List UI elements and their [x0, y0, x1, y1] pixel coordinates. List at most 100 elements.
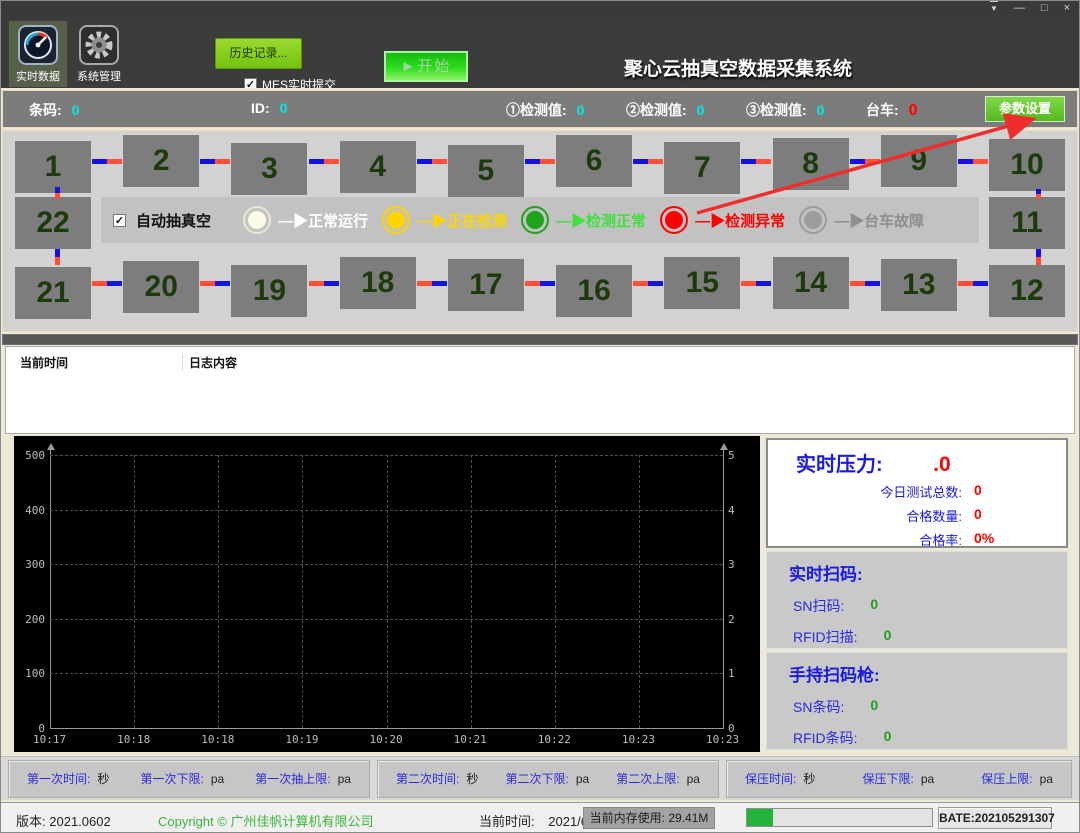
- station-box-18[interactable]: 18: [340, 257, 416, 309]
- log-table: 当前时间 日志内容: [5, 346, 1075, 434]
- station-box-7[interactable]: 7: [664, 142, 740, 194]
- param-unit: pa: [921, 772, 934, 786]
- station-box-4[interactable]: 4: [340, 141, 416, 193]
- log-splitter[interactable]: [2, 334, 1078, 345]
- scan-title: 实时扫码:: [767, 552, 1067, 585]
- station-box-19[interactable]: 19: [231, 265, 307, 317]
- info-field-label: 台车:: [866, 102, 899, 118]
- track-connector-vertical: [1036, 189, 1041, 199]
- param-group-2: 第二次时间:秒 第二次下限:pa 第二次上限:pa: [377, 760, 719, 798]
- close-icon[interactable]: ×: [1064, 1, 1070, 16]
- param-unit: pa: [211, 772, 224, 786]
- info-field: ②检测值:0: [626, 100, 704, 120]
- y-axis-right: [723, 450, 724, 729]
- param-field: 第二次时间:秒: [396, 770, 478, 788]
- connector-segment: [309, 159, 324, 164]
- window-controls: ▼ — □ ×: [990, 1, 1070, 16]
- station-box-2[interactable]: 2: [123, 135, 199, 187]
- param-label: 保压下限:: [862, 772, 913, 786]
- auto-vacuum-checkbox[interactable]: ✓: [113, 214, 126, 227]
- param-unit: pa: [338, 772, 351, 786]
- station-box-17[interactable]: 17: [448, 259, 524, 311]
- param-unit: 秒: [803, 772, 815, 786]
- copyright-text: Copyright © 广州佳帆计算机有限公司: [158, 811, 373, 830]
- stat-label: 今日测试总数:: [880, 482, 962, 501]
- connector-segment: [756, 159, 771, 164]
- station-box-9[interactable]: 9: [881, 135, 957, 187]
- info-field: ①检测值:0: [506, 100, 584, 120]
- minimize-icon[interactable]: —: [1014, 1, 1025, 16]
- gridline-v: [218, 455, 219, 728]
- y-tick-right: 1: [728, 667, 735, 680]
- connector-segment: [741, 281, 756, 286]
- connector-segment: [200, 281, 215, 286]
- tab-system-manage[interactable]: 系统管理: [70, 21, 128, 87]
- station-box-1[interactable]: 1: [15, 141, 91, 193]
- station-box-15[interactable]: 15: [664, 257, 740, 309]
- param-field: 第二次上限:pa: [616, 770, 700, 788]
- x-tick: 10:21: [454, 733, 487, 746]
- legend-label: —▶检测异常: [695, 210, 785, 231]
- track-connector: [416, 159, 448, 164]
- y-tick-right: 3: [728, 558, 735, 571]
- scan-label: RFID条码:: [793, 728, 858, 748]
- x-tick: 10:22: [538, 733, 571, 746]
- station-box-21[interactable]: 21: [15, 267, 91, 319]
- y-tick-left: 200: [25, 613, 45, 626]
- info-field: 条码:0: [29, 100, 79, 120]
- param-label: 保压上限:: [981, 772, 1032, 786]
- station-box-10[interactable]: 10: [989, 139, 1065, 191]
- stat-value: 0: [974, 506, 1008, 525]
- station-box-13[interactable]: 13: [881, 259, 957, 311]
- connector-segment: [633, 159, 648, 164]
- connector-segment: [324, 159, 339, 164]
- scan-value: 0: [884, 627, 892, 647]
- status-legend: ✓ 自动抽真空 —▶正常运行—▶正在检测—▶检测正常—▶检测异常—▶台车故障: [101, 197, 979, 243]
- station-box-14[interactable]: 14: [773, 257, 849, 309]
- station-row-middle: 22 ✓ 自动抽真空 —▶正常运行—▶正在检测—▶检测正常—▶检测异常—▶台车故…: [15, 195, 1065, 249]
- parameter-settings-button[interactable]: 参数设置: [985, 96, 1065, 122]
- station-row-bottom: 21 20 19 18 17 16 15 14 13 12: [15, 257, 1065, 319]
- track-connector: [524, 159, 556, 164]
- param-field: 第二次下限:pa: [505, 770, 589, 788]
- station-box-3[interactable]: 3: [231, 143, 307, 195]
- info-field-value: 0: [280, 100, 288, 116]
- y-tick-left: 300: [25, 558, 45, 571]
- build-number-box: BATE:202105291307: [938, 807, 1052, 829]
- station-box-11[interactable]: 11: [989, 197, 1065, 249]
- track-connector: [524, 281, 556, 286]
- maximize-icon[interactable]: □: [1041, 1, 1048, 16]
- connector-segment: [865, 281, 880, 286]
- history-button[interactable]: 历史记录...: [215, 38, 302, 69]
- track-connector: [307, 281, 339, 286]
- station-box-5[interactable]: 5: [448, 145, 524, 197]
- progress-bar: [746, 808, 933, 827]
- param-unit: 秒: [97, 772, 109, 786]
- station-box-16[interactable]: 16: [556, 265, 632, 317]
- handheld-title: 手持扫码枪:: [767, 653, 1067, 686]
- status-lamp-icon: [243, 206, 271, 234]
- connector-segment: [417, 281, 432, 286]
- station-box-6[interactable]: 6: [556, 135, 632, 187]
- tab-realtime-data[interactable]: 实时数据: [9, 21, 67, 87]
- log-header-content: 日志内容: [182, 354, 1074, 371]
- param-label: 第二次上限:: [616, 772, 679, 786]
- connector-segment: [958, 281, 973, 286]
- track-connector: [740, 281, 772, 286]
- connector-segment: [850, 281, 865, 286]
- collapse-icon[interactable]: ▼: [990, 1, 998, 16]
- track-connector: [849, 159, 881, 164]
- info-field: ID:0: [251, 100, 287, 118]
- station-box-20[interactable]: 20: [123, 261, 199, 313]
- start-button[interactable]: ►开始: [384, 51, 468, 82]
- station-box-12[interactable]: 12: [989, 265, 1065, 317]
- x-axis: [50, 728, 724, 729]
- info-field-value: 0: [577, 102, 585, 118]
- status-lamp-icon: [660, 206, 688, 234]
- info-field-value: 0: [909, 102, 918, 119]
- legend-label: —▶正在检测: [417, 210, 507, 231]
- realtime-scan-box: 实时扫码: SN扫码:0RFID扫描:0: [766, 551, 1068, 649]
- station-box-22[interactable]: 22: [15, 197, 91, 249]
- station-box-8[interactable]: 8: [773, 138, 849, 190]
- toolbar: 实时数据 系统管理 历史记录... ✓ MES实时提交 ►开始 聚心云抽真空数据…: [0, 18, 1080, 88]
